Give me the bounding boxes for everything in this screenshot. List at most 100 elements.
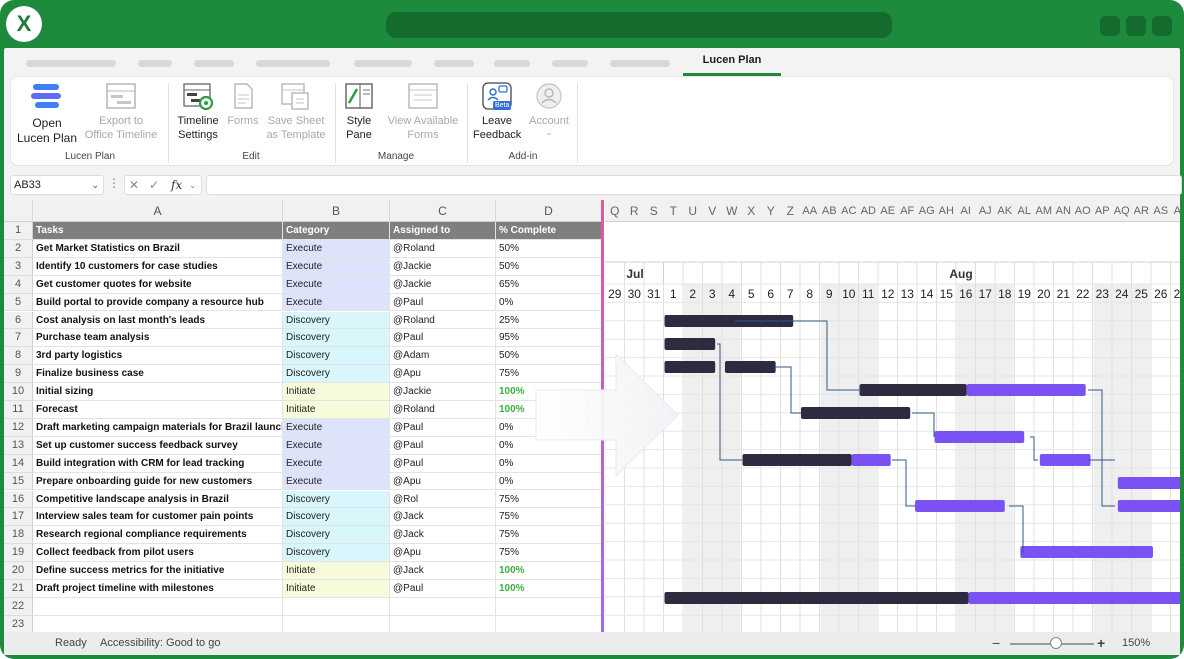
table-cell[interactable]: 3rd party logistics xyxy=(33,347,283,366)
table-cell[interactable] xyxy=(390,615,496,632)
table-cell[interactable]: @Roland xyxy=(390,401,496,419)
table-cell[interactable]: Draft marketing campaign materials for B… xyxy=(33,418,283,437)
fx-icon[interactable]: fx xyxy=(171,176,182,194)
table-cell[interactable]: Build portal to provide company a resour… xyxy=(33,293,283,312)
table-cell[interactable]: 75% xyxy=(496,508,602,527)
table-cell[interactable]: Finalize business case xyxy=(33,365,283,384)
column-header-a[interactable]: A xyxy=(33,200,283,222)
gantt-column-header[interactable]: AK xyxy=(995,200,1015,222)
save-sheet-template-button[interactable]: Save Sheet as Template xyxy=(264,81,328,142)
column-header-d[interactable]: D xyxy=(496,200,602,222)
table-header-cell[interactable]: Assigned to xyxy=(390,222,496,240)
table-cell[interactable]: @Paul xyxy=(390,436,496,455)
row-header[interactable]: 5 xyxy=(4,293,33,312)
table-cell[interactable]: @Rol xyxy=(390,490,496,509)
table-cell[interactable]: Execute xyxy=(283,436,390,455)
table-cell[interactable]: Execute xyxy=(283,275,390,294)
table-cell[interactable]: Execute xyxy=(283,239,390,258)
table-cell[interactable]: @Roland xyxy=(390,311,496,330)
maximize-button[interactable] xyxy=(1126,16,1146,36)
tab-placeholder[interactable] xyxy=(610,60,670,67)
table-header-cell[interactable]: Tasks xyxy=(33,222,283,240)
table-cell[interactable]: @Paul xyxy=(390,454,496,473)
table-cell[interactable]: @Apu xyxy=(390,472,496,491)
select-all-corner[interactable] xyxy=(4,200,33,222)
gantt-column-header[interactable]: R xyxy=(624,200,644,222)
table-cell[interactable]: @Jack xyxy=(390,562,496,580)
table-cell[interactable] xyxy=(33,597,283,616)
tab-placeholder[interactable] xyxy=(552,60,588,67)
status-accessibility[interactable]: Accessibility: Good to go xyxy=(100,632,220,654)
tab-placeholder[interactable] xyxy=(256,60,330,67)
row-header[interactable]: 2 xyxy=(4,239,33,258)
table-cell[interactable]: Get customer quotes for website xyxy=(33,275,283,294)
table-cell[interactable]: Identify 10 customers for case studies xyxy=(33,257,283,276)
confirm-icon[interactable]: ✓ xyxy=(149,176,159,194)
table-cell[interactable]: Research regional compliance requirement… xyxy=(33,526,283,545)
export-office-timeline-button[interactable]: Export to Office Timeline xyxy=(81,81,161,142)
row-header[interactable]: 7 xyxy=(4,329,33,348)
gantt-column-header[interactable]: X xyxy=(741,200,761,222)
table-cell[interactable]: @Jackie xyxy=(390,257,496,276)
table-cell[interactable]: 75% xyxy=(496,526,602,545)
table-cell[interactable]: Discovery xyxy=(283,347,390,366)
zoom-in-button[interactable]: + xyxy=(1097,632,1105,654)
table-cell[interactable]: Initiate xyxy=(283,401,390,419)
gantt-column-header[interactable]: AT xyxy=(1170,200,1180,222)
table-cell[interactable]: Initial sizing xyxy=(33,383,283,401)
minimize-button[interactable] xyxy=(1100,16,1120,36)
table-cell[interactable]: Initiate xyxy=(283,580,390,598)
table-cell[interactable]: Build integration with CRM for lead trac… xyxy=(33,454,283,473)
row-header[interactable]: 4 xyxy=(4,275,33,294)
row-header[interactable]: 20 xyxy=(4,562,33,580)
table-cell[interactable] xyxy=(390,597,496,616)
table-cell[interactable]: Discovery xyxy=(283,526,390,545)
tab-placeholder[interactable] xyxy=(194,60,234,67)
table-cell[interactable]: Discovery xyxy=(283,544,390,563)
row-header[interactable]: 22 xyxy=(4,597,33,616)
row-header[interactable]: 19 xyxy=(4,544,33,563)
account-button[interactable]: Account ⌄ xyxy=(524,81,574,137)
column-header-c[interactable]: C xyxy=(390,200,496,222)
table-cell[interactable]: @Roland xyxy=(390,239,496,258)
more-options-icon[interactable]: ⋮ xyxy=(108,176,120,190)
forms-button[interactable]: Forms xyxy=(225,81,261,128)
table-cell[interactable]: 0% xyxy=(496,293,602,312)
row-header[interactable]: 6 xyxy=(4,311,33,330)
table-cell[interactable]: 100% xyxy=(496,562,602,580)
gantt-column-header[interactable]: AD xyxy=(858,200,878,222)
table-cell[interactable]: Execute xyxy=(283,472,390,491)
table-cell[interactable]: @Jackie xyxy=(390,275,496,294)
table-cell[interactable]: @Jackie xyxy=(390,383,496,401)
formula-input[interactable] xyxy=(206,175,1182,195)
gantt-column-header[interactable]: T xyxy=(663,200,683,222)
tab-placeholder[interactable] xyxy=(494,60,530,67)
view-available-forms-button[interactable]: View Available Forms xyxy=(381,81,465,142)
tab-placeholder[interactable] xyxy=(354,60,412,67)
table-cell[interactable]: Discovery xyxy=(283,508,390,527)
table-cell[interactable]: @Paul xyxy=(390,329,496,348)
gantt-column-header[interactable]: AM xyxy=(1034,200,1054,222)
open-lucen-plan-button[interactable]: Open Lucen Plan xyxy=(15,81,79,146)
table-cell[interactable]: Initiate xyxy=(283,383,390,401)
row-header[interactable]: 14 xyxy=(4,454,33,473)
zoom-slider-handle[interactable] xyxy=(1050,637,1062,649)
table-cell[interactable] xyxy=(496,615,602,632)
gantt-column-header[interactable]: AO xyxy=(1073,200,1093,222)
gantt-column-header[interactable]: U xyxy=(683,200,703,222)
search-bar[interactable] xyxy=(386,12,892,38)
table-cell[interactable]: 75% xyxy=(496,490,602,509)
gantt-column-header[interactable]: AF xyxy=(897,200,917,222)
tab-lucen-plan[interactable]: Lucen Plan xyxy=(683,54,781,76)
table-cell[interactable]: Discovery xyxy=(283,329,390,348)
gantt-column-header[interactable]: AB xyxy=(819,200,839,222)
gantt-column-header[interactable]: AG xyxy=(917,200,937,222)
table-header-cell[interactable]: Category xyxy=(283,222,390,240)
gantt-column-header[interactable]: V xyxy=(702,200,722,222)
table-cell[interactable]: Draft project timeline with milestones xyxy=(33,580,283,598)
table-cell[interactable]: @Paul xyxy=(390,418,496,437)
table-cell[interactable] xyxy=(33,615,283,632)
table-cell[interactable]: Discovery xyxy=(283,490,390,509)
gantt-column-header[interactable]: S xyxy=(644,200,664,222)
row-header[interactable]: 3 xyxy=(4,257,33,276)
